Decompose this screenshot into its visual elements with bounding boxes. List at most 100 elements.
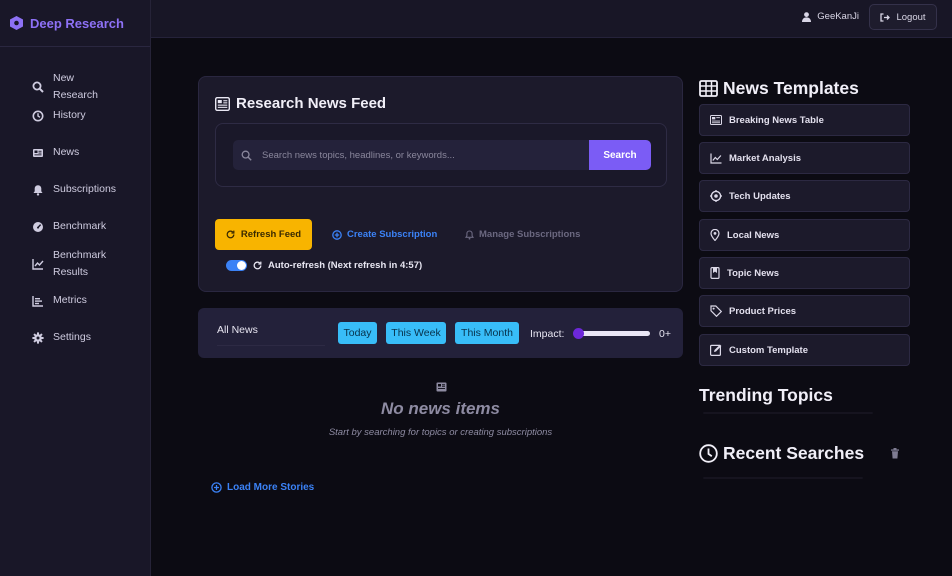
sidebar-item-benchmark[interactable]: Benchmark: [0, 218, 151, 235]
template-market-analysis[interactable]: Market Analysis: [699, 142, 910, 174]
newspaper-icon: [215, 96, 230, 111]
sidebar-item-subscriptions[interactable]: Subscriptions: [0, 181, 151, 198]
sidebar-item-new-research[interactable]: New Research: [0, 70, 151, 104]
filter-this-week-button[interactable]: This Week: [386, 322, 446, 344]
template-label: Custom Template: [729, 344, 809, 356]
empty-state-title: No news items: [380, 399, 501, 418]
clock-icon: [699, 444, 718, 463]
trending-topics-heading: Trending Topics: [699, 385, 833, 406]
history-icon: [32, 110, 44, 122]
recent-searches-title: Recent Searches: [723, 443, 865, 463]
template-label: Topic News: [727, 267, 780, 279]
plus-circle-icon: [211, 482, 222, 493]
microchip-icon: [710, 190, 722, 202]
sidebar-item-settings[interactable]: Settings: [0, 329, 151, 346]
impact-label: Impact:: [530, 328, 565, 340]
refresh-feed-button[interactable]: Refresh Feed: [215, 219, 312, 250]
filter-this-month-button[interactable]: This Month: [455, 322, 519, 344]
bell-icon: [465, 229, 474, 240]
sidebar-item-label: Settings: [53, 331, 91, 343]
templates-heading: News Templates: [699, 78, 859, 99]
category-select[interactable]: All News: [217, 324, 325, 346]
impact-slider[interactable]: [573, 328, 650, 339]
search-button[interactable]: Search: [589, 140, 651, 170]
feed-heading: Research News Feed: [215, 95, 386, 112]
search-input[interactable]: [262, 149, 582, 161]
newspaper-icon: [32, 147, 44, 159]
sidebar-item-benchmark-results[interactable]: Benchmark Results: [0, 247, 151, 281]
sidebar-item-label: Benchmark: [53, 220, 107, 232]
trash-icon[interactable]: [890, 448, 900, 459]
empty-state-subtitle: Start by searching for topics or creatin…: [328, 427, 553, 438]
sidebar-item-label: Subscriptions: [53, 183, 117, 195]
brand[interactable]: Deep Research: [0, 0, 150, 47]
brand-name: Deep Research: [30, 15, 124, 31]
chart-line-icon: [32, 258, 44, 270]
edit-icon: [710, 344, 722, 356]
create-subscription-button[interactable]: Create Subscription: [332, 229, 437, 240]
refresh-icon: [253, 261, 262, 270]
recent-searches-heading: Recent Searches: [699, 443, 864, 464]
tag-icon: [710, 305, 722, 317]
user-icon: [802, 11, 812, 22]
search-panel: Search: [215, 123, 667, 187]
bar-chart-icon: [32, 295, 44, 307]
trending-topics-title: Trending Topics: [699, 385, 833, 405]
template-product-prices[interactable]: Product Prices: [699, 295, 910, 327]
auto-refresh-row: Auto-refresh (Next refresh in 4:57): [226, 260, 422, 271]
manage-subscriptions-button[interactable]: Manage Subscriptions: [465, 229, 580, 240]
search-field[interactable]: [233, 140, 589, 170]
logout-label: Logout: [896, 11, 926, 23]
load-more-button[interactable]: Load More Stories: [211, 482, 314, 493]
impact-value: 0+: [659, 328, 671, 340]
news-feed-card: Research News Feed Search Refresh Feed C…: [198, 76, 683, 292]
username: GeeKanJi: [817, 11, 859, 22]
search-icon: [241, 150, 252, 161]
sidebar-item-metrics[interactable]: Metrics: [0, 292, 151, 309]
trending-placeholder: [703, 412, 873, 414]
table-icon: [699, 80, 718, 97]
sidebar-item-label: New Research: [53, 72, 98, 101]
load-more-label: Load More Stories: [227, 482, 315, 493]
template-label: Market Analysis: [729, 152, 801, 164]
table-icon: [710, 115, 722, 125]
auto-refresh-label: Auto-refresh (Next refresh in 4:57): [268, 260, 423, 271]
template-custom-template[interactable]: Custom Template: [699, 334, 910, 366]
refresh-icon: [226, 230, 235, 239]
template-label: Product Prices: [729, 305, 797, 317]
sign-out-icon: [880, 12, 891, 22]
bookmark-icon: [710, 267, 720, 279]
feed-title: Research News Feed: [236, 95, 387, 112]
map-pin-icon: [710, 229, 720, 241]
bell-icon: [32, 184, 44, 196]
sidebar-item-label: News: [53, 146, 80, 158]
sidebar-item-news[interactable]: News: [0, 144, 151, 161]
template-tech-updates[interactable]: Tech Updates: [699, 180, 910, 212]
templates-title: News Templates: [723, 78, 859, 98]
sidebar-item-label: Benchmark Results: [53, 249, 107, 278]
auto-refresh-toggle[interactable]: [226, 260, 247, 271]
template-label: Local News: [727, 229, 780, 241]
template-topic-news[interactable]: Topic News: [699, 257, 910, 289]
create-subscription-label: Create Subscription: [347, 229, 438, 240]
logout-button[interactable]: Logout: [869, 4, 937, 30]
manage-subscriptions-label: Manage Subscriptions: [479, 229, 581, 240]
gear-icon: [32, 331, 44, 344]
sidebar-item-label: History: [53, 109, 86, 121]
sidebar-item-label: Metrics: [53, 294, 87, 306]
sidebar-item-history[interactable]: History: [0, 107, 151, 124]
newspaper-icon: [436, 382, 447, 392]
gauge-icon: [32, 221, 44, 233]
chart-line-icon: [710, 153, 722, 164]
refresh-feed-label: Refresh Feed: [240, 229, 302, 240]
sidebar: Deep Research New Research History News …: [0, 0, 151, 576]
template-breaking-news-table[interactable]: Breaking News Table: [699, 104, 910, 136]
top-header: GeeKanJi Logout: [151, 0, 952, 38]
filter-bar: All News Today This Week This Month Impa…: [198, 308, 683, 358]
hexagon-gear-icon: [10, 16, 23, 30]
template-local-news[interactable]: Local News: [699, 219, 910, 251]
impact-slider-thumb[interactable]: [573, 328, 584, 339]
template-label: Breaking News Table: [729, 114, 824, 126]
filter-today-button[interactable]: Today: [338, 322, 377, 344]
user-menu[interactable]: GeeKanJi: [802, 11, 859, 22]
